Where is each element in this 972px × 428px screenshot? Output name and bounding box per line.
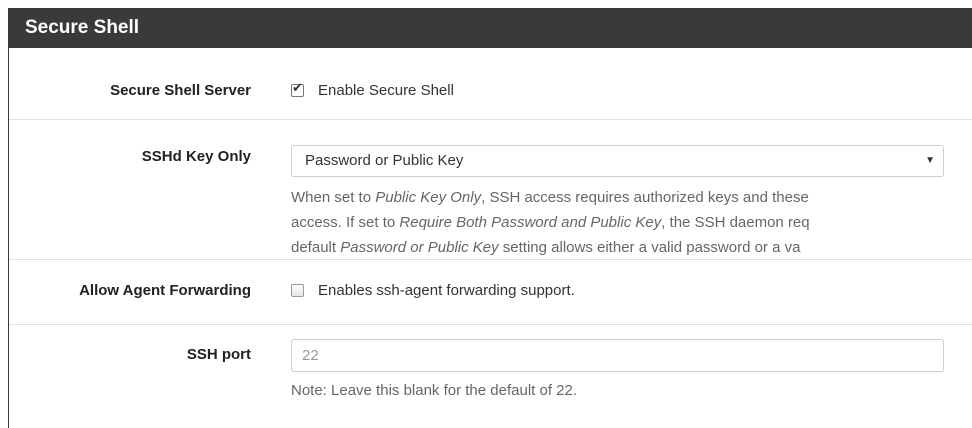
- ssh-port-control: 22 Note: Leave this blank for the defaul…: [291, 339, 972, 399]
- ssh-port-row: SSH port 22 Note: Leave this blank for t…: [9, 325, 972, 428]
- agent-forwarding-checkbox-label: Enables ssh-agent forwarding support.: [318, 282, 575, 299]
- help-line-2: access. If set to Require Both Password …: [291, 210, 972, 235]
- help-text: , the SSH daemon req: [661, 214, 810, 231]
- enable-ssh-checkbox-label: Enable Secure Shell: [318, 82, 454, 99]
- enable-ssh-option[interactable]: ✔ Enable Secure Shell: [291, 80, 972, 99]
- ssh-server-row: Secure Shell Server ✔ Enable Secure Shel…: [9, 48, 972, 120]
- help-text: access. If set to: [291, 214, 400, 231]
- agent-forwarding-row: Allow Agent Forwarding Enables ssh-agent…: [9, 260, 972, 325]
- agent-forwarding-checkbox[interactable]: [291, 284, 304, 297]
- ssh-port-placeholder: 22: [302, 347, 319, 364]
- sshd-key-only-select[interactable]: Password or Public Key ▼: [291, 145, 944, 177]
- agent-forwarding-option[interactable]: Enables ssh-agent forwarding support.: [291, 282, 972, 299]
- sshd-key-only-control: Password or Public Key ▼ When set to Pub…: [291, 145, 972, 260]
- agent-forwarding-control: Enables ssh-agent forwarding support.: [291, 282, 972, 299]
- ssh-port-note: Note: Leave this blank for the default o…: [291, 382, 578, 399]
- help-emphasis: Public Key Only: [375, 189, 482, 206]
- sshd-key-only-help: When set to Public Key Only, SSH access …: [291, 185, 972, 260]
- agent-forwarding-label: Allow Agent Forwarding: [79, 282, 251, 299]
- help-text: , SSH access requires authorized keys an…: [481, 189, 809, 206]
- help-line-1: When set to Public Key Only, SSH access …: [291, 185, 972, 210]
- sshd-key-only-row: SSHd Key Only Password or Public Key ▼ W…: [9, 120, 972, 260]
- panel-title: Secure Shell: [9, 8, 972, 48]
- enable-ssh-checkbox[interactable]: ✔: [291, 80, 304, 97]
- checkmark-icon: ✔: [292, 80, 303, 95]
- ssh-server-label: Secure Shell Server: [110, 82, 251, 99]
- secure-shell-panel: Secure Shell Secure Shell Server ✔ Enabl…: [8, 8, 972, 428]
- help-text: setting allows either a valid password o…: [498, 239, 801, 256]
- ssh-port-label: SSH port: [186, 346, 251, 363]
- help-text: default: [291, 239, 341, 256]
- help-emphasis: Require Both Password and Public Key: [399, 214, 662, 231]
- help-line-3: default Password or Public Key setting a…: [291, 235, 972, 260]
- ssh-port-input[interactable]: 22: [291, 339, 944, 372]
- help-text: When set to: [291, 189, 376, 206]
- help-emphasis: Password or Public Key: [340, 239, 499, 256]
- sshd-key-only-label: SSHd Key Only: [141, 148, 251, 165]
- selected-option: Password or Public Key: [305, 152, 464, 169]
- dropdown-arrow-icon: ▼: [925, 155, 935, 166]
- ssh-server-control: ✔ Enable Secure Shell: [291, 80, 972, 99]
